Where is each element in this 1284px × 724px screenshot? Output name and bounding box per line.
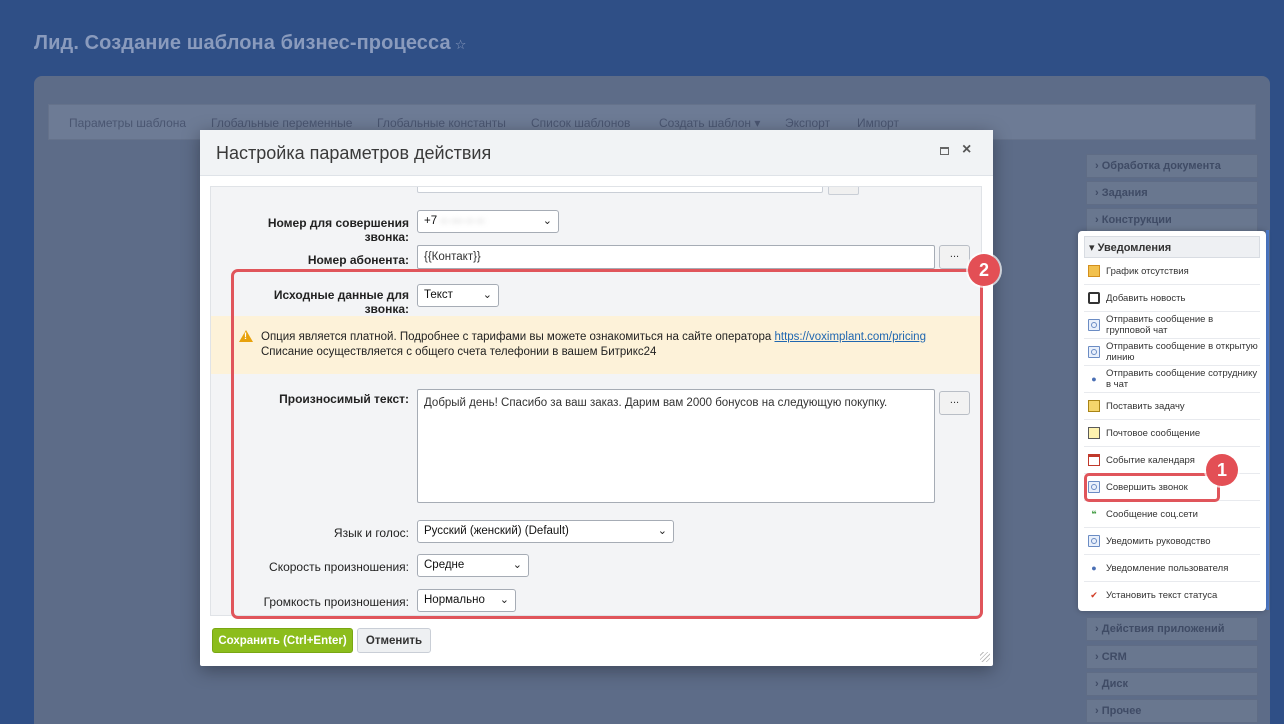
cancel-button[interactable]: Отменить xyxy=(357,628,431,653)
notif-item-social-message[interactable]: ❝ Сообщение соц.сети xyxy=(1084,501,1260,528)
call-number-prefix: +7 xyxy=(424,215,438,227)
notif-item-label: График отсутствия xyxy=(1106,265,1189,277)
tab-global-variables[interactable]: Глобальные переменные xyxy=(211,116,352,130)
notifications-panel: ▾ Уведомления График отсутствия Добавить… xyxy=(1078,231,1266,611)
task-icon xyxy=(1088,400,1100,412)
notif-item-label: Отправить сообщение в открытую линию xyxy=(1106,341,1258,363)
tab-import[interactable]: Импорт xyxy=(857,116,899,130)
category-app-actions[interactable]: Действия приложений xyxy=(1086,617,1258,641)
notif-item-label: Отправить сообщение в групповой чат xyxy=(1106,314,1214,336)
tab-create-template[interactable]: Создать шаблон ▾ xyxy=(659,116,760,130)
tab-template-list[interactable]: Список шаблонов xyxy=(531,116,630,130)
notif-item-notify-management[interactable]: Уведомить руководство xyxy=(1084,528,1260,555)
call-number-label: Номер для совершения звонка: xyxy=(267,216,409,244)
notif-item-absence-schedule[interactable]: График отсутствия xyxy=(1084,258,1260,285)
panel-scrollbar[interactable] xyxy=(1266,230,1269,610)
notif-item-open-line[interactable]: Отправить сообщение в открытую линию xyxy=(1084,339,1260,366)
notifications-header[interactable]: ▾ Уведомления xyxy=(1084,236,1260,258)
notif-item-set-status[interactable]: ✔ Установить текст статуса xyxy=(1084,582,1260,609)
notif-item-label: Отправить сообщение сотруднику в чат xyxy=(1106,368,1258,390)
news-icon xyxy=(1088,292,1100,304)
checkmark-icon: ✔ xyxy=(1090,590,1098,600)
subscriber-label: Номер абонента: xyxy=(307,253,409,267)
page-title-text: Лид. Создание шаблона бизнес-процесса xyxy=(34,32,451,54)
call-number-select[interactable]: +7 -- --- -- -- ⌄ xyxy=(417,210,559,233)
call-item-highlight xyxy=(1084,473,1220,502)
close-icon[interactable]: × xyxy=(962,141,971,159)
save-button[interactable]: Сохранить (Ctrl+Enter) xyxy=(212,628,353,653)
category-disk[interactable]: Диск xyxy=(1086,672,1258,696)
call-number-hidden: -- --- -- -- xyxy=(440,215,485,227)
page-title: Лид. Создание шаблона бизнес-процесса ☆ xyxy=(34,32,466,55)
maximize-icon[interactable] xyxy=(940,147,949,155)
category-crm[interactable]: CRM xyxy=(1086,645,1258,669)
notif-item-label: Уведомление пользователя xyxy=(1106,562,1229,574)
tab-template-params[interactable]: Параметры шаблона xyxy=(69,116,186,130)
notif-item-employee-chat[interactable]: ● Отправить сообщение сотруднику в чат xyxy=(1084,366,1260,393)
notif-item-label: Сообщение соц.сети xyxy=(1106,508,1198,520)
notif-item-label: Почтовое сообщение xyxy=(1106,427,1201,439)
notif-item-label: Поставить задачу xyxy=(1106,400,1185,412)
subscriber-dots-button[interactable]: ... xyxy=(939,245,970,269)
previous-field-input[interactable] xyxy=(417,187,823,193)
category-tasks[interactable]: Задания xyxy=(1086,181,1258,205)
notif-item-user-notification[interactable]: ● Уведомление пользователя xyxy=(1084,555,1260,582)
category-document-processing[interactable]: Обработка документа xyxy=(1086,154,1258,178)
user-icon: ● xyxy=(1091,373,1097,384)
subscriber-input[interactable]: {{Контакт}} xyxy=(417,245,935,269)
notif-item-label: Уведомить руководство xyxy=(1106,535,1211,547)
dialog-title: Настройка параметров действия xyxy=(216,143,492,163)
notif-item-label: Добавить новость xyxy=(1106,292,1186,304)
notif-item-group-chat[interactable]: Отправить сообщение в групповой чат xyxy=(1084,312,1260,339)
resize-handle[interactable] xyxy=(980,652,990,662)
step-badge-2: 2 xyxy=(968,254,1000,286)
chat-icon xyxy=(1088,346,1100,358)
category-other[interactable]: Прочее xyxy=(1086,699,1258,723)
notif-item-label: Установить текст статуса xyxy=(1106,590,1218,601)
user-icon: ● xyxy=(1091,562,1097,573)
social-message-icon: ❝ xyxy=(1091,508,1097,519)
star-icon[interactable]: ☆ xyxy=(455,37,467,52)
previous-field-button[interactable] xyxy=(828,187,859,195)
notif-item-label: Событие календаря xyxy=(1106,454,1195,466)
mail-icon xyxy=(1088,427,1100,439)
step-badge-1: 1 xyxy=(1206,454,1238,486)
call-settings-highlight xyxy=(231,269,983,619)
tab-global-constants[interactable]: Глобальные константы xyxy=(377,116,506,130)
calendar-schedule-icon xyxy=(1088,265,1100,277)
notif-item-mail[interactable]: Почтовое сообщение xyxy=(1084,420,1260,447)
chat-icon xyxy=(1088,319,1100,331)
notif-item-create-task[interactable]: Поставить задачу xyxy=(1084,393,1260,420)
calendar-event-icon xyxy=(1088,454,1100,466)
tab-export[interactable]: Экспорт xyxy=(785,116,830,130)
notif-item-add-news[interactable]: Добавить новость xyxy=(1084,285,1260,312)
category-constructions[interactable]: Конструкции xyxy=(1086,208,1258,232)
dialog-header: Настройка параметров действия × xyxy=(200,130,993,176)
chat-icon xyxy=(1088,535,1100,547)
chevron-down-icon: ⌄ xyxy=(542,215,552,227)
